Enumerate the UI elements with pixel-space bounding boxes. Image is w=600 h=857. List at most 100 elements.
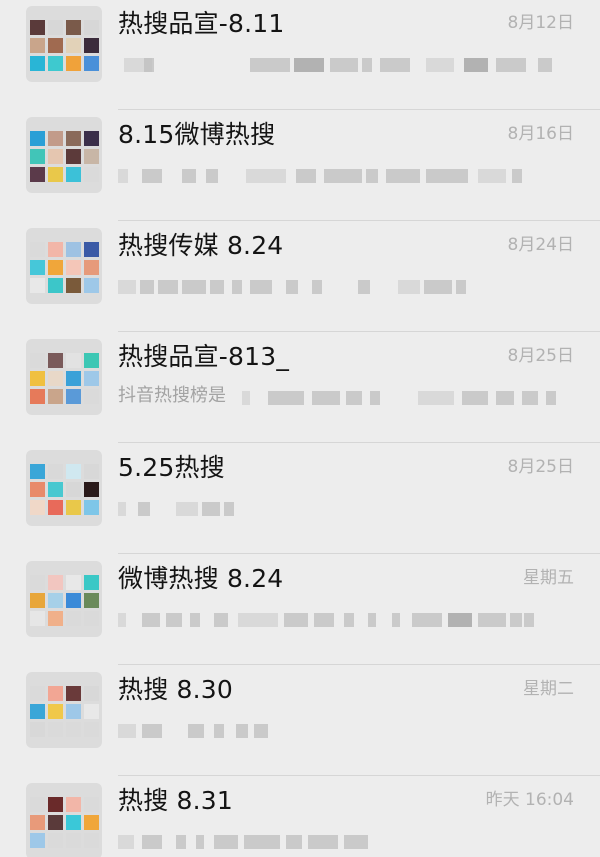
avatar-member-tile <box>48 815 63 830</box>
chat-list-item[interactable]: 热搜传媒 8.24 8月24日 <box>0 222 600 332</box>
chat-title: 热搜品宣-8.11 <box>118 9 285 38</box>
redacted-preview-block <box>386 169 420 183</box>
chat-time: 昨天 16:04 <box>485 790 574 810</box>
avatar-member-tile <box>48 167 63 182</box>
row-divider <box>118 775 600 776</box>
redacted-preview-block <box>524 613 534 627</box>
redacted-preview-block <box>142 724 162 738</box>
avatar-member-tile <box>30 482 45 497</box>
chat-list-item[interactable]: 热搜 8.31 昨天 16:04 <box>0 777 600 857</box>
avatar-member-tile <box>84 353 99 368</box>
avatar-member-tile <box>30 704 45 719</box>
chat-preview <box>118 599 578 639</box>
avatar-member-tile <box>66 797 81 812</box>
chat-list: 热搜品宣-8.11 8月12日 8.15微博热搜 8月16日热搜传媒 8.24 8月24… <box>0 0 600 857</box>
chat-title: 热搜传媒 8.24 <box>118 231 284 260</box>
avatar-member-tile <box>30 593 45 608</box>
group-avatar <box>26 117 102 193</box>
avatar-member-tile <box>48 500 63 515</box>
redacted-preview-block <box>362 58 372 72</box>
chat-list-item[interactable]: 8.15微博热搜 8月16日 <box>0 111 600 221</box>
avatar-member-tile <box>30 278 45 293</box>
redacted-preview-block <box>118 724 136 738</box>
avatar-member-tile <box>84 815 99 830</box>
avatar-member-tile <box>48 371 63 386</box>
redacted-preview-block <box>286 835 302 849</box>
redacted-preview-block <box>344 835 368 849</box>
avatar-member-tile <box>30 167 45 182</box>
redacted-preview-block <box>426 58 454 72</box>
redacted-preview-block <box>418 391 454 405</box>
avatar-member-tile <box>30 242 45 257</box>
redacted-preview-block <box>232 280 242 294</box>
row-divider <box>118 442 600 443</box>
avatar-member-tile <box>84 797 99 812</box>
redacted-preview-block <box>512 169 522 183</box>
redacted-preview-block <box>308 835 338 849</box>
avatar-member-tile <box>66 815 81 830</box>
chat-preview: 抖音热搜榜是 <box>118 377 578 417</box>
chat-time: 8月24日 <box>507 235 574 255</box>
chat-title: 热搜品宣-813_ <box>118 342 290 371</box>
chat-list-item[interactable]: 热搜 8.30 星期二 <box>0 666 600 776</box>
redacted-preview-block <box>294 58 324 72</box>
avatar-member-tile <box>66 464 81 479</box>
avatar-member-tile <box>48 131 63 146</box>
avatar-member-tile <box>84 131 99 146</box>
redacted-preview-block <box>250 58 290 72</box>
avatar-member-tile <box>66 38 81 53</box>
avatar-member-tile <box>84 575 99 590</box>
avatar-member-tile <box>30 833 45 848</box>
redacted-preview-block <box>206 169 218 183</box>
redacted-preview-block <box>380 58 410 72</box>
redacted-preview-block <box>496 391 514 405</box>
avatar-member-tile <box>66 500 81 515</box>
group-avatar <box>26 228 102 304</box>
redacted-preview-block <box>314 613 334 627</box>
avatar-member-tile <box>66 131 81 146</box>
chat-preview <box>118 266 578 306</box>
group-avatar <box>26 783 102 857</box>
chat-preview <box>118 821 578 857</box>
redacted-preview-block <box>426 169 468 183</box>
redacted-preview-block <box>142 835 162 849</box>
redacted-preview-block <box>214 835 238 849</box>
avatar-member-tile <box>84 704 99 719</box>
chat-list-item[interactable]: 5.25热搜 8月25日 <box>0 444 600 554</box>
chat-list-item[interactable]: 热搜品宣-813_ 8月25日 抖音热搜榜是 <box>0 333 600 443</box>
avatar-member-tile <box>84 149 99 164</box>
avatar-member-tile <box>48 260 63 275</box>
avatar-member-tile <box>84 371 99 386</box>
chat-list-item[interactable]: 热搜品宣-8.11 8月12日 <box>0 0 600 110</box>
avatar-member-tile <box>84 278 99 293</box>
redacted-preview-block <box>268 391 304 405</box>
avatar-member-tile <box>48 575 63 590</box>
avatar-member-tile <box>30 797 45 812</box>
avatar-member-tile <box>30 149 45 164</box>
avatar-member-tile <box>66 593 81 608</box>
chat-title: 热搜 8.30 <box>118 675 234 704</box>
redacted-preview-block <box>368 613 376 627</box>
avatar-member-tile <box>84 500 99 515</box>
avatar-member-tile <box>30 353 45 368</box>
avatar-member-tile <box>30 260 45 275</box>
avatar-member-tile <box>48 242 63 257</box>
redacted-preview-block <box>118 280 136 294</box>
avatar-member-tile <box>66 56 81 71</box>
redacted-preview-block <box>144 58 154 72</box>
avatar-member-tile <box>48 797 63 812</box>
chat-list-item[interactable]: 微博热搜 8.24 星期五 <box>0 555 600 665</box>
avatar-member-tile <box>84 56 99 71</box>
avatar-member-tile <box>30 575 45 590</box>
redacted-preview-block <box>538 58 552 72</box>
redacted-preview-block <box>176 835 186 849</box>
redacted-preview-block <box>190 613 200 627</box>
avatar-member-tile <box>66 833 81 848</box>
avatar-member-tile <box>66 353 81 368</box>
avatar-member-tile <box>66 278 81 293</box>
redacted-preview-block <box>324 169 362 183</box>
avatar-member-tile <box>84 833 99 848</box>
avatar-member-tile <box>30 371 45 386</box>
row-divider <box>118 553 600 554</box>
redacted-preview-block <box>284 613 308 627</box>
